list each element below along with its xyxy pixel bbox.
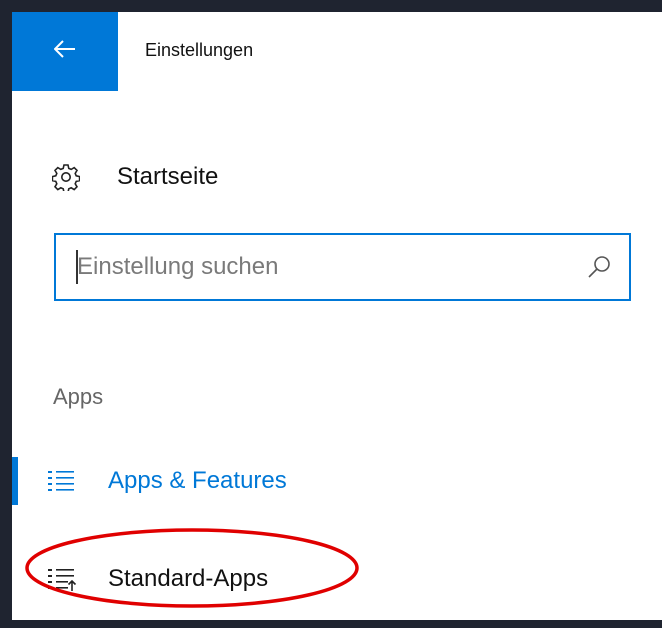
settings-window: Einstellungen Startseite Apps — [0, 0, 662, 628]
nav-item-standard-apps[interactable]: Standard-Apps — [12, 554, 412, 604]
section-header-apps: Apps — [53, 384, 104, 409]
search-input[interactable] — [56, 237, 557, 297]
list-default-icon — [46, 563, 78, 595]
search-box[interactable] — [54, 233, 631, 301]
nav-item-apps-features[interactable]: Apps & Features — [12, 456, 412, 506]
active-indicator — [12, 457, 18, 505]
gear-icon — [52, 163, 80, 191]
list-icon — [46, 465, 78, 497]
nav-item-standard-apps-label: Standard-Apps — [108, 565, 269, 592]
text-caret — [76, 250, 78, 284]
back-button[interactable] — [12, 12, 118, 91]
search-icon[interactable] — [585, 253, 613, 281]
title-bar: Einstellungen — [12, 12, 662, 91]
nav-item-apps-features-label: Apps & Features — [108, 467, 287, 494]
nav-item-home[interactable]: Startseite — [52, 155, 352, 199]
nav-item-home-label: Startseite — [117, 163, 219, 190]
inactive-indicator — [12, 555, 18, 603]
window-title: Einstellungen — [145, 40, 254, 60]
arrow-left-icon — [53, 40, 76, 63]
